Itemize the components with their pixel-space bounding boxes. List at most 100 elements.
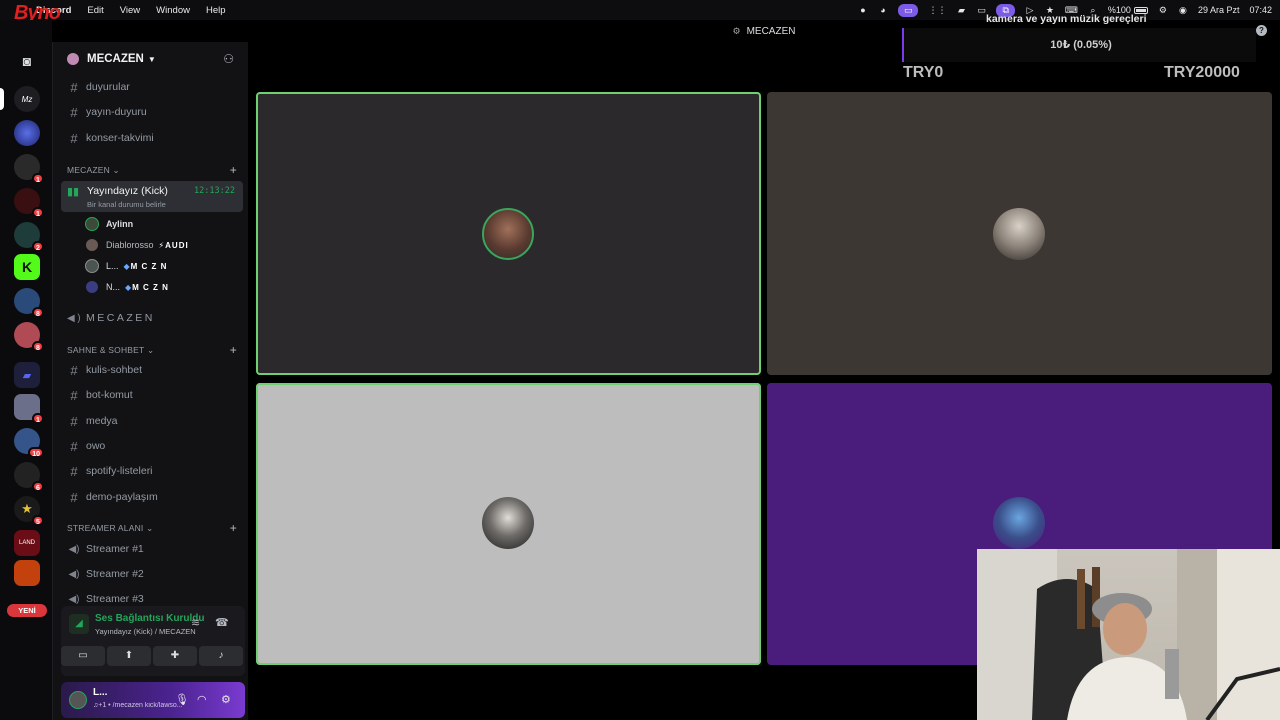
add-channel-icon[interactable]: + bbox=[230, 343, 237, 357]
settings-gear-icon[interactable]: ⚙ bbox=[221, 693, 231, 706]
voice-member[interactable]: N... ◆M C Z N bbox=[85, 278, 169, 296]
disconnect-icon[interactable]: ☎ bbox=[215, 616, 229, 629]
channel-label: duyurular bbox=[86, 81, 130, 93]
user-name[interactable]: L... bbox=[93, 687, 107, 698]
hash-icon: # bbox=[70, 130, 78, 146]
video-tile[interactable] bbox=[767, 92, 1272, 375]
user-avatar[interactable] bbox=[69, 691, 87, 709]
add-member-icon[interactable]: ⚇ bbox=[223, 52, 234, 66]
speaker-icon: ◀) bbox=[68, 568, 80, 580]
activities-button[interactable]: ✚ bbox=[153, 646, 197, 666]
add-channel-icon[interactable]: + bbox=[230, 521, 237, 535]
donation-goal-amount: 10₺ (0.05%) bbox=[1050, 39, 1112, 51]
record-icon[interactable]: ● bbox=[858, 5, 868, 15]
server-icon[interactable]: 6 bbox=[14, 462, 44, 492]
category-label: STREAMER ALANI bbox=[67, 523, 144, 533]
category-label: MECAZEN bbox=[67, 165, 110, 175]
channel-bot-komut[interactable]: # bot-komut bbox=[61, 385, 241, 405]
microphone bbox=[1165, 649, 1179, 699]
kick-server-icon[interactable]: K bbox=[14, 254, 40, 280]
category-mecazen[interactable]: MECAZEN ⌄ + bbox=[67, 163, 237, 177]
streamer-webcam bbox=[977, 549, 1280, 720]
new-badge[interactable]: YENİ bbox=[7, 604, 47, 617]
screen-share-button[interactable]: ⬆ bbox=[107, 646, 151, 666]
participant-avatar bbox=[993, 208, 1045, 260]
add-channel-icon[interactable]: + bbox=[230, 163, 237, 177]
server-icon[interactable] bbox=[14, 120, 40, 146]
channel-konser-takvimi[interactable]: # konser-takvimi bbox=[61, 128, 241, 148]
channel-duyurular[interactable]: # duyurular bbox=[61, 77, 241, 97]
headphones-icon[interactable]: ◠ bbox=[197, 693, 207, 706]
voice-channel-streamer-1[interactable]: ◀) Streamer #1 bbox=[61, 539, 241, 559]
hash-icon: # bbox=[70, 438, 78, 454]
voice-channel-streamer-2[interactable]: ◀) Streamer #2 bbox=[61, 564, 241, 584]
voice-channel-mecazen[interactable]: ◀) MECAZEN bbox=[61, 308, 241, 328]
channel-label: owo bbox=[86, 440, 106, 452]
server-icon[interactable]: 1 bbox=[14, 154, 44, 184]
donation-goal-max: TRY20000 bbox=[1164, 64, 1240, 81]
channel-label: yayın-duyuru bbox=[86, 106, 147, 118]
server-header[interactable]: MECAZEN ▼ ⚇ bbox=[53, 42, 248, 76]
menubar-time[interactable]: 07:42 bbox=[1249, 5, 1272, 15]
menu-edit[interactable]: Edit bbox=[87, 5, 103, 16]
unread-badge: 2 bbox=[32, 241, 44, 252]
active-voice-channel[interactable]: ▮▮ Yayındayız (Kick) 12:13:22 Bir kanal … bbox=[61, 181, 243, 212]
server-icon[interactable]: 10 bbox=[14, 428, 44, 458]
menu-window[interactable]: Window bbox=[156, 5, 190, 16]
unread-badge: 10 bbox=[28, 447, 44, 458]
signal-icon[interactable]: ◢ bbox=[69, 614, 89, 634]
member-name: N... bbox=[106, 282, 121, 292]
menubar-date[interactable]: 29 Ara Pzt bbox=[1198, 5, 1240, 15]
server-star-icon[interactable]: ★ 5 bbox=[14, 496, 44, 526]
folder-icon[interactable]: ▰ bbox=[14, 362, 40, 388]
channel-demo-paylasim[interactable]: # demo-paylaşım bbox=[61, 487, 241, 507]
voice-connection-title[interactable]: Ses Bağlantısı Kuruldu bbox=[95, 613, 204, 624]
menu-help[interactable]: Help bbox=[206, 5, 226, 16]
server-mecazen-icon[interactable]: Mz bbox=[14, 86, 40, 112]
control-center-icon[interactable]: ⚙ bbox=[1158, 5, 1168, 16]
category-streamer-alani[interactable]: STREAMER ALANI ⌄ + bbox=[67, 521, 237, 535]
soundboard-button[interactable]: ♪ bbox=[199, 646, 243, 666]
video-tile-speaking[interactable] bbox=[256, 92, 761, 375]
hash-icon: # bbox=[70, 489, 78, 505]
channel-owo[interactable]: # owo bbox=[61, 436, 241, 456]
member-name: L... bbox=[106, 261, 119, 271]
server-land-icon[interactable]: LAND bbox=[14, 530, 40, 556]
server-icon[interactable]: 8 bbox=[14, 288, 44, 318]
server-icon[interactable]: 1 bbox=[14, 394, 44, 424]
video-tile-speaking[interactable] bbox=[256, 383, 761, 665]
server-icon[interactable]: 2 bbox=[14, 222, 44, 252]
siri-icon[interactable]: ◉ bbox=[1178, 5, 1188, 16]
noise-suppression-icon[interactable]: ≋ bbox=[191, 616, 200, 629]
channel-medya[interactable]: # medya bbox=[61, 411, 241, 431]
voice-member[interactable]: Diablorosso ⚡AUDI bbox=[85, 236, 189, 254]
help-icon[interactable]: ? bbox=[1256, 25, 1267, 36]
server-icon[interactable]: 8 bbox=[14, 322, 44, 352]
chat-icon[interactable]: ▰ bbox=[956, 5, 966, 16]
channel-label: kulis-sohbet bbox=[86, 364, 143, 376]
channel-kulis-sohbet[interactable]: # kulis-sohbet bbox=[61, 360, 241, 380]
member-name: Aylinn bbox=[106, 219, 134, 229]
camera-off-button[interactable]: ▭ bbox=[61, 646, 105, 666]
grid-icon[interactable]: ⋮⋮ bbox=[928, 5, 946, 16]
speaker-icon: ◀) bbox=[68, 593, 80, 605]
microphone-icon[interactable]: 🎙 bbox=[175, 693, 189, 706]
voice-connection-subtitle[interactable]: Yayındayız (Kick) / MECAZEN bbox=[95, 627, 196, 636]
display-icon[interactable]: ▭ bbox=[976, 5, 986, 16]
category-sahne-sohbet[interactable]: SAHNE & SOHBET ⌄ + bbox=[67, 343, 237, 357]
channel-yayin-duyuru[interactable]: # yayın-duyuru bbox=[61, 102, 241, 122]
channel-spotify-listeleri[interactable]: # spotify-listeleri bbox=[61, 461, 241, 481]
selected-server-indicator bbox=[0, 88, 4, 110]
menu-view[interactable]: View bbox=[120, 5, 140, 16]
channel-status-prompt[interactable]: Bir kanal durumu belirle bbox=[87, 200, 166, 209]
screen-share-pill-icon[interactable]: ▭ bbox=[897, 3, 919, 17]
server-icon[interactable] bbox=[14, 560, 40, 586]
server-icon[interactable]: 1 bbox=[14, 188, 44, 218]
avatar bbox=[85, 280, 99, 294]
webcam-scene bbox=[977, 549, 1280, 720]
voice-member[interactable]: Aylinn bbox=[85, 215, 133, 233]
discord-tray-icon[interactable]: ◕ bbox=[878, 5, 888, 15]
discord-home-icon[interactable]: ◙ bbox=[14, 48, 40, 74]
voice-member[interactable]: L... ◆M C Z N bbox=[85, 257, 167, 275]
channel-label: spotify-listeleri bbox=[86, 465, 153, 477]
